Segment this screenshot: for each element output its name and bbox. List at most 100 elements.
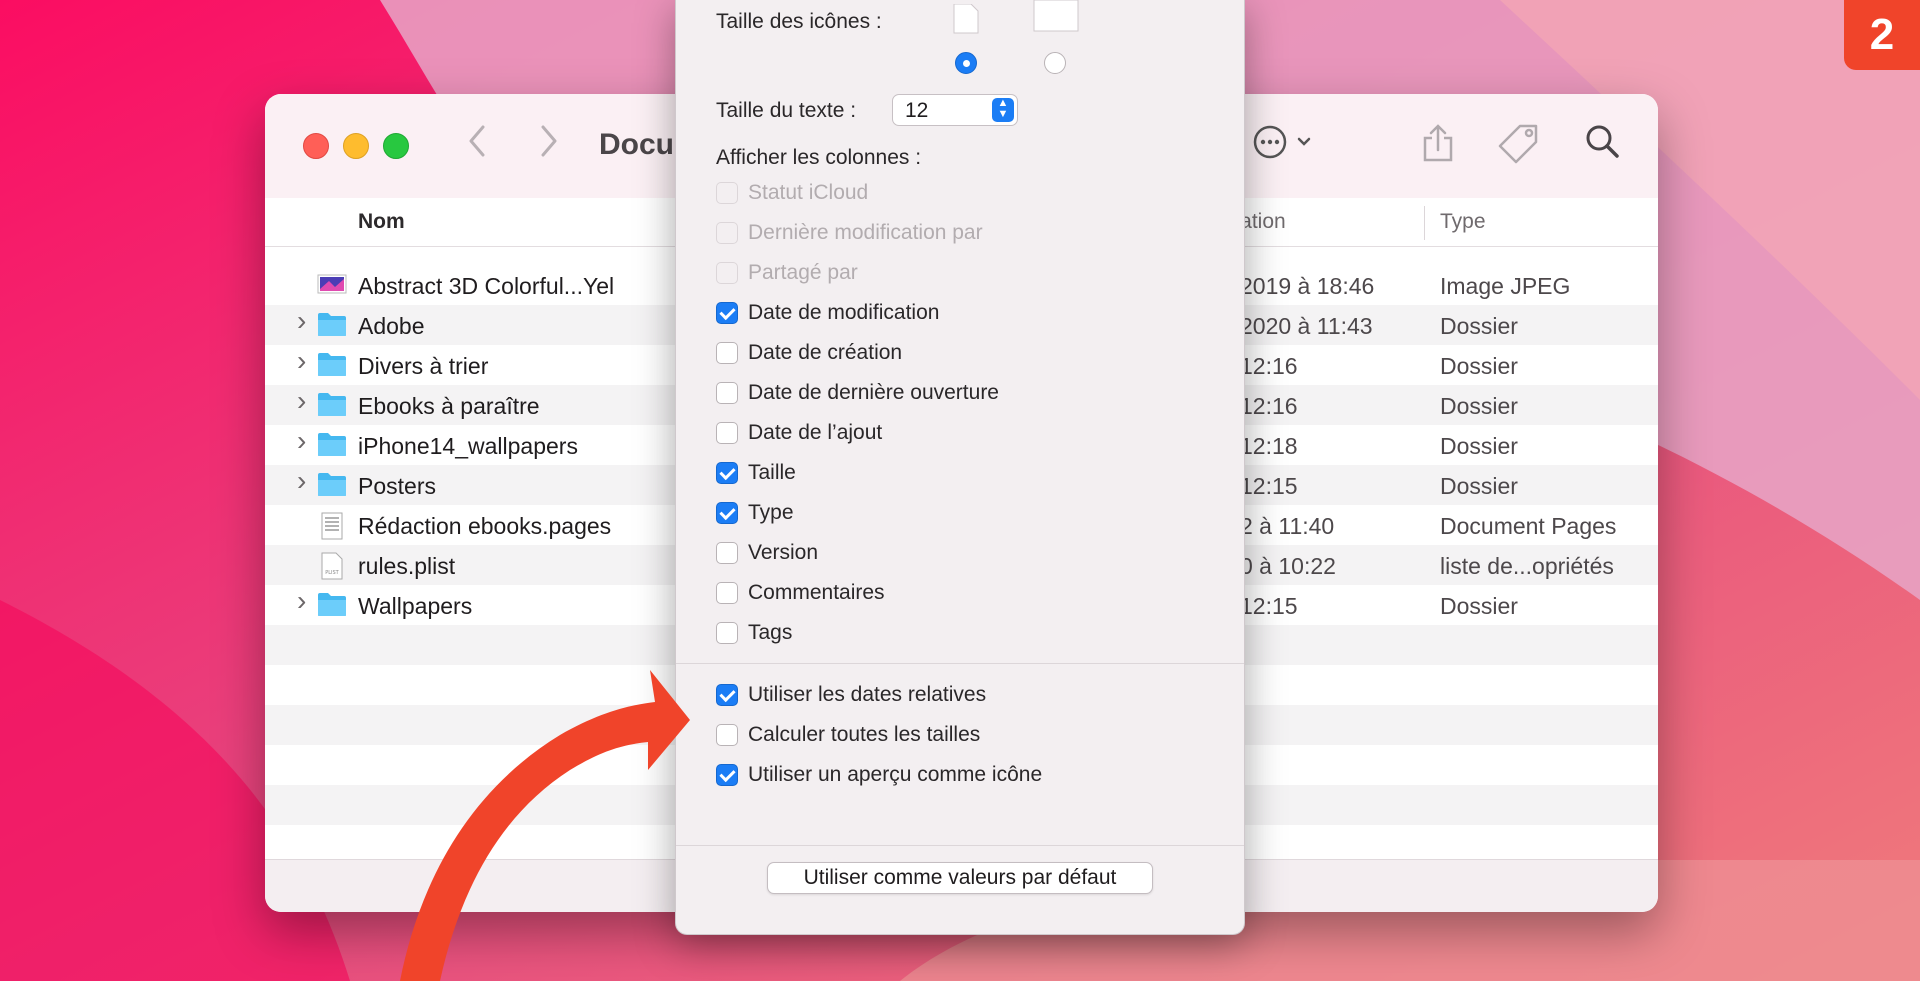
pages-document-icon bbox=[317, 511, 347, 540]
file-name: Adobe bbox=[358, 313, 425, 339]
text-size-select[interactable]: 12 ▲ ▼ bbox=[892, 94, 1018, 126]
large-icon-size-icon bbox=[1033, 0, 1079, 32]
zoom-button[interactable] bbox=[383, 133, 409, 159]
chevron-right-icon[interactable]: › bbox=[297, 345, 306, 377]
checkbox[interactable] bbox=[716, 684, 738, 706]
file-name: Abstract 3D Colorful...Yellow bbox=[358, 273, 614, 299]
checkbox[interactable] bbox=[716, 342, 738, 364]
checkbox-label: Date de l’ajout bbox=[748, 421, 883, 444]
share-button[interactable] bbox=[1420, 122, 1456, 169]
tag-icon bbox=[1498, 124, 1538, 164]
file-date: 2019 à 18:46 bbox=[1240, 273, 1375, 299]
checkbox-label: Date de création bbox=[748, 341, 903, 364]
minimize-button[interactable] bbox=[343, 133, 369, 159]
panel-divider bbox=[676, 845, 1244, 846]
checkbox[interactable] bbox=[716, 502, 738, 524]
file-type: Dossier bbox=[1440, 313, 1518, 339]
image-file-icon bbox=[317, 271, 347, 297]
step-badge: 2 bbox=[1844, 0, 1920, 70]
chevron-left-icon bbox=[469, 125, 485, 157]
text-size-label: Taille du texte : bbox=[716, 99, 857, 122]
file-type: Dossier bbox=[1440, 353, 1518, 379]
file-name: Divers à trier bbox=[358, 353, 489, 379]
column-separator[interactable] bbox=[1424, 206, 1425, 240]
checkbox-label: Statut iCloud bbox=[748, 181, 869, 204]
use-as-defaults-button[interactable]: Utiliser comme valeurs par défaut bbox=[767, 862, 1153, 894]
search-icon bbox=[1586, 125, 1619, 158]
panel-divider bbox=[676, 663, 1244, 664]
file-date: 2020 à 11:43 bbox=[1240, 313, 1373, 339]
checkbox-label: Calculer toutes les tailles bbox=[748, 723, 981, 746]
icon-size-large-radio[interactable] bbox=[1044, 52, 1066, 74]
file-date: 12:16 bbox=[1240, 353, 1298, 379]
checkbox-label: Dernière modification par bbox=[748, 221, 983, 244]
chevron-right-icon[interactable]: › bbox=[297, 465, 306, 497]
column-type-header[interactable]: Type bbox=[1440, 210, 1486, 234]
file-date: 12:18 bbox=[1240, 433, 1298, 459]
checkbox-label: Tags bbox=[748, 621, 793, 644]
chevron-right-icon[interactable]: › bbox=[297, 425, 306, 457]
chevron-right-icon[interactable]: › bbox=[297, 385, 306, 417]
checkbox[interactable] bbox=[716, 382, 738, 404]
action-menu-button[interactable] bbox=[1250, 122, 1320, 167]
checkbox[interactable] bbox=[716, 622, 738, 644]
file-date: 12:16 bbox=[1240, 393, 1298, 419]
checkbox[interactable] bbox=[716, 462, 738, 484]
checkbox[interactable] bbox=[716, 422, 738, 444]
checkbox-label: Date de modification bbox=[748, 301, 940, 324]
checkbox[interactable] bbox=[716, 724, 738, 746]
checkbox-label: Partagé par bbox=[748, 261, 858, 284]
file-type: Dossier bbox=[1440, 593, 1518, 619]
file-name: Posters bbox=[358, 473, 436, 499]
text-size-value: 12 bbox=[905, 99, 929, 122]
checkbox[interactable] bbox=[716, 764, 738, 786]
forward-button[interactable] bbox=[537, 124, 561, 167]
close-button[interactable] bbox=[303, 133, 329, 159]
back-button[interactable] bbox=[465, 124, 489, 167]
checkbox-label: Commentaires bbox=[748, 581, 885, 604]
file-type: Document Pages bbox=[1440, 513, 1617, 539]
chevron-right-icon[interactable]: › bbox=[297, 585, 306, 617]
share-icon bbox=[1423, 124, 1453, 162]
file-name: Wallpapers bbox=[358, 593, 473, 619]
icon-size-label: Taille des icônes : bbox=[716, 10, 882, 33]
checkbox[interactable] bbox=[716, 302, 738, 324]
checkbox bbox=[716, 262, 738, 284]
checkbox-label: Taille bbox=[748, 461, 796, 484]
chevron-right-icon[interactable]: › bbox=[297, 305, 306, 337]
file-type: Dossier bbox=[1440, 433, 1518, 459]
file-date: 0 à 10:22 bbox=[1240, 553, 1336, 579]
view-options-panel: Taille des icônes : Taille du texte : 12… bbox=[675, 0, 1245, 935]
file-type: Dossier bbox=[1440, 473, 1518, 499]
folder-icon bbox=[317, 311, 347, 337]
small-icon-size-icon bbox=[953, 4, 979, 34]
checkbox[interactable] bbox=[716, 582, 738, 604]
file-name: Rédaction ebooks.pages bbox=[358, 513, 612, 539]
file-type: liste de...opriétés bbox=[1440, 553, 1614, 579]
folder-icon bbox=[317, 431, 347, 457]
chevron-updown-icon: ▲ ▼ bbox=[992, 98, 1014, 122]
folder-icon bbox=[317, 351, 347, 377]
checkbox-label: Utiliser les dates relatives bbox=[748, 683, 987, 706]
file-type: Image JPEG bbox=[1440, 273, 1571, 299]
file-date: 12:15 bbox=[1240, 593, 1298, 619]
checkbox-label: Version bbox=[748, 541, 819, 564]
search-button[interactable] bbox=[1583, 122, 1623, 167]
plist-file-icon: PLIST bbox=[317, 551, 347, 580]
checkbox bbox=[716, 222, 738, 244]
ellipsis-circle-icon bbox=[1253, 125, 1311, 159]
columns-label: Afficher les colonnes : bbox=[716, 146, 922, 169]
file-name: rules.plist bbox=[358, 553, 456, 579]
checkbox-label: Type bbox=[748, 501, 794, 524]
file-date: 12:15 bbox=[1240, 473, 1298, 499]
checkbox-label: Utiliser un aperçu comme icône bbox=[748, 763, 1043, 786]
icon-size-small-radio[interactable] bbox=[955, 52, 977, 74]
column-name-header[interactable]: Nom bbox=[358, 210, 405, 234]
file-name: iPhone14_wallpapers bbox=[358, 433, 578, 459]
file-type: Dossier bbox=[1440, 393, 1518, 419]
svg-text:PLIST: PLIST bbox=[325, 570, 339, 576]
file-name: Ebooks à paraître bbox=[358, 393, 540, 419]
folder-icon bbox=[317, 591, 347, 617]
tag-button[interactable] bbox=[1498, 122, 1540, 169]
checkbox[interactable] bbox=[716, 542, 738, 564]
